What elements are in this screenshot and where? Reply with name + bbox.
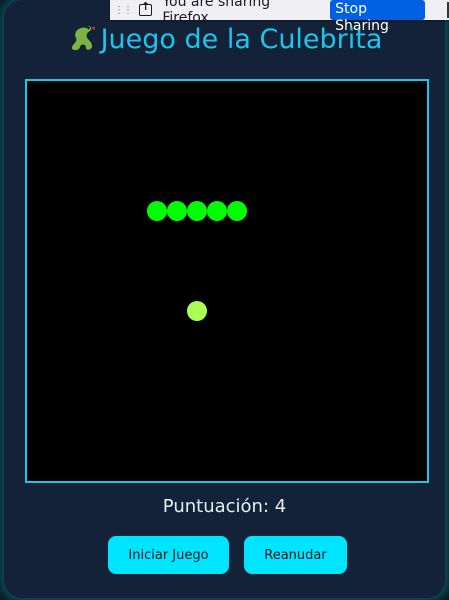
snake-segment bbox=[227, 201, 247, 221]
page-title: Juego de la Culebrita bbox=[0, 22, 449, 58]
start-game-button[interactable]: Iniciar Juego bbox=[108, 536, 229, 574]
snake-segment bbox=[207, 201, 227, 221]
snake-segment bbox=[167, 201, 187, 221]
snake-segment bbox=[147, 201, 167, 221]
drag-handle-icon[interactable]: ⋮⋮ bbox=[114, 5, 133, 16]
sharing-indicator-bar: ⋮⋮ You are sharing Firefox. Stop Sharing bbox=[110, 0, 449, 34]
game-board[interactable] bbox=[25, 79, 429, 483]
resume-button[interactable]: Reanudar bbox=[244, 536, 347, 574]
score-display: Puntuación: 4 bbox=[162, 496, 287, 517]
share-screen-icon bbox=[139, 0, 153, 16]
title-text: Juego de la Culebrita bbox=[100, 24, 383, 55]
snake-segment bbox=[187, 201, 207, 221]
snake-icon bbox=[71, 26, 95, 51]
stop-sharing-button[interactable]: Stop Sharing bbox=[330, 0, 426, 34]
food-pellet bbox=[187, 301, 207, 321]
